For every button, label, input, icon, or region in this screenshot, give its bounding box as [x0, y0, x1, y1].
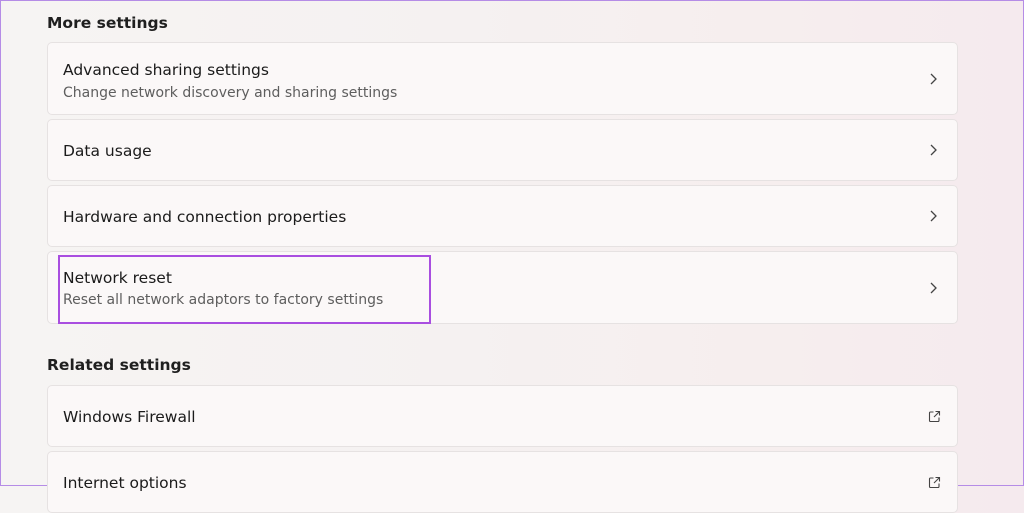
hardware-connection-properties-title: Hardware and connection properties: [63, 208, 347, 226]
related-settings-heading: Related settings: [47, 356, 191, 374]
advanced-sharing-settings-item[interactable]: Advanced sharing settings Change network…: [47, 42, 958, 115]
data-usage-title: Data usage: [63, 142, 152, 160]
network-reset-title: Network reset: [63, 269, 172, 287]
chevron-right-icon: [930, 144, 937, 156]
chevron-right-icon: [930, 282, 937, 294]
advanced-sharing-settings-title: Advanced sharing settings: [63, 61, 269, 79]
network-reset-subtitle: Reset all network adaptors to factory se…: [63, 292, 384, 308]
hardware-connection-properties-item[interactable]: Hardware and connection properties: [47, 185, 958, 247]
internet-options-item[interactable]: Internet options: [47, 451, 958, 513]
external-link-icon: [928, 476, 941, 489]
more-settings-heading: More settings: [47, 14, 168, 32]
internet-options-title: Internet options: [63, 474, 187, 492]
windows-firewall-item[interactable]: Windows Firewall: [47, 385, 958, 447]
chevron-right-icon: [930, 73, 937, 85]
advanced-sharing-settings-subtitle: Change network discovery and sharing set…: [63, 85, 398, 101]
windows-firewall-title: Windows Firewall: [63, 408, 196, 426]
external-link-icon: [928, 410, 941, 423]
chevron-right-icon: [930, 210, 937, 222]
network-reset-item[interactable]: Network reset Reset all network adaptors…: [47, 251, 958, 324]
data-usage-item[interactable]: Data usage: [47, 119, 958, 181]
